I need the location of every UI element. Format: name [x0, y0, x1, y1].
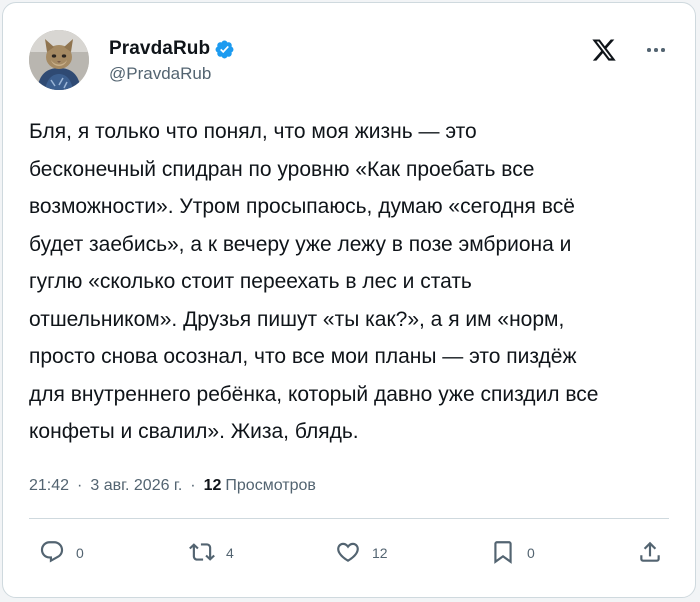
like-count: 12 [372, 545, 388, 561]
author-handle[interactable]: @PravdaRub [109, 64, 235, 84]
bookmark-button[interactable]: 0 [490, 538, 535, 568]
retweet-count: 4 [226, 545, 234, 561]
share-icon [637, 539, 663, 568]
display-name-row: PravdaRub [109, 37, 235, 61]
share-button[interactable] [637, 538, 663, 568]
tweet-header: PravdaRub @PravdaRub [29, 29, 669, 91]
avatar-image [29, 30, 89, 90]
like-button[interactable]: 12 [335, 538, 388, 568]
tweet-card: PravdaRub @PravdaRub Бля, я только что п… [2, 2, 696, 598]
bookmark-count: 0 [527, 545, 535, 561]
divider [29, 518, 669, 519]
views-count[interactable]: 12 [204, 477, 222, 495]
reply-button[interactable]: 0 [39, 538, 84, 568]
meta-separator: · [190, 477, 196, 494]
tweet-time[interactable]: 21:42 [29, 477, 69, 495]
tweet-text: Бля, я только что понял, что моя жизнь —… [29, 120, 599, 443]
tweet-meta: 21:42 · 3 авг. 2026 г. · 12 Просмотров [29, 477, 316, 495]
heart-icon [335, 539, 361, 568]
reply-icon [39, 539, 65, 568]
verified-badge-icon [214, 39, 235, 60]
retweet-button[interactable]: 4 [189, 538, 234, 568]
x-logo-icon[interactable] [591, 37, 617, 63]
reply-count: 0 [76, 545, 84, 561]
author-names: PravdaRub @PravdaRub [109, 37, 235, 84]
avatar[interactable] [29, 30, 89, 90]
bookmark-icon [490, 539, 516, 568]
retweet-icon [189, 539, 215, 568]
tweet-date[interactable]: 3 авг. 2026 г. [90, 477, 182, 495]
meta-separator: · [77, 477, 83, 494]
views-label[interactable]: Просмотров [225, 477, 315, 495]
action-bar: 0 4 12 0 [29, 538, 669, 568]
more-icon[interactable] [643, 39, 669, 61]
display-name[interactable]: PravdaRub [109, 38, 210, 60]
